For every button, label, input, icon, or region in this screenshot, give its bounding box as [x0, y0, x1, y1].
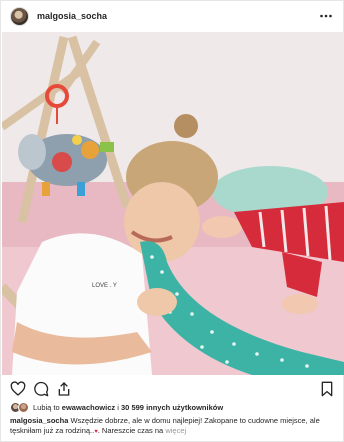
post-header: malgosia_socha	[1, 1, 343, 31]
comment-icon[interactable]	[33, 381, 49, 397]
likes-connector: i	[117, 402, 119, 412]
share-icon[interactable]	[56, 381, 72, 397]
likes-prefix: Lubią to	[33, 402, 60, 412]
avatar[interactable]	[10, 6, 29, 26]
instagram-post: malgosia_socha LOVE . Y Lubią to ewawach…	[0, 0, 344, 442]
post-actions	[1, 379, 343, 399]
svg-text:LOVE . Y: LOVE . Y	[92, 283, 117, 289]
post-photo[interactable]: LOVE . Y	[2, 32, 344, 375]
photo-illustration: LOVE . Y	[2, 32, 344, 375]
caption-text-continued: . Nareszcie czas na	[97, 426, 164, 435]
liker-username[interactable]: ewawachowicz	[62, 403, 115, 412]
caption-username[interactable]: malgosia_socha	[10, 416, 68, 425]
bookmark-icon[interactable]	[319, 381, 335, 397]
liker-avatar[interactable]	[18, 401, 29, 413]
heart-icon[interactable]	[10, 381, 26, 397]
liker-avatars	[10, 401, 30, 413]
caption-more-link[interactable]: więcej	[165, 426, 186, 435]
more-options-button[interactable]	[318, 9, 334, 23]
ellipsis-icon	[320, 14, 332, 18]
likes-count[interactable]: 30 599	[121, 403, 144, 412]
likes-summary: Lubią to ewawachowicz i 30 599 innych uż…	[10, 400, 223, 414]
post-username[interactable]: malgosia_socha	[37, 11, 107, 21]
post-caption: malgosia_socha Wszędzie dobrze, ale w do…	[10, 416, 336, 437]
likes-suffix[interactable]: innych użytkowników	[146, 403, 223, 412]
